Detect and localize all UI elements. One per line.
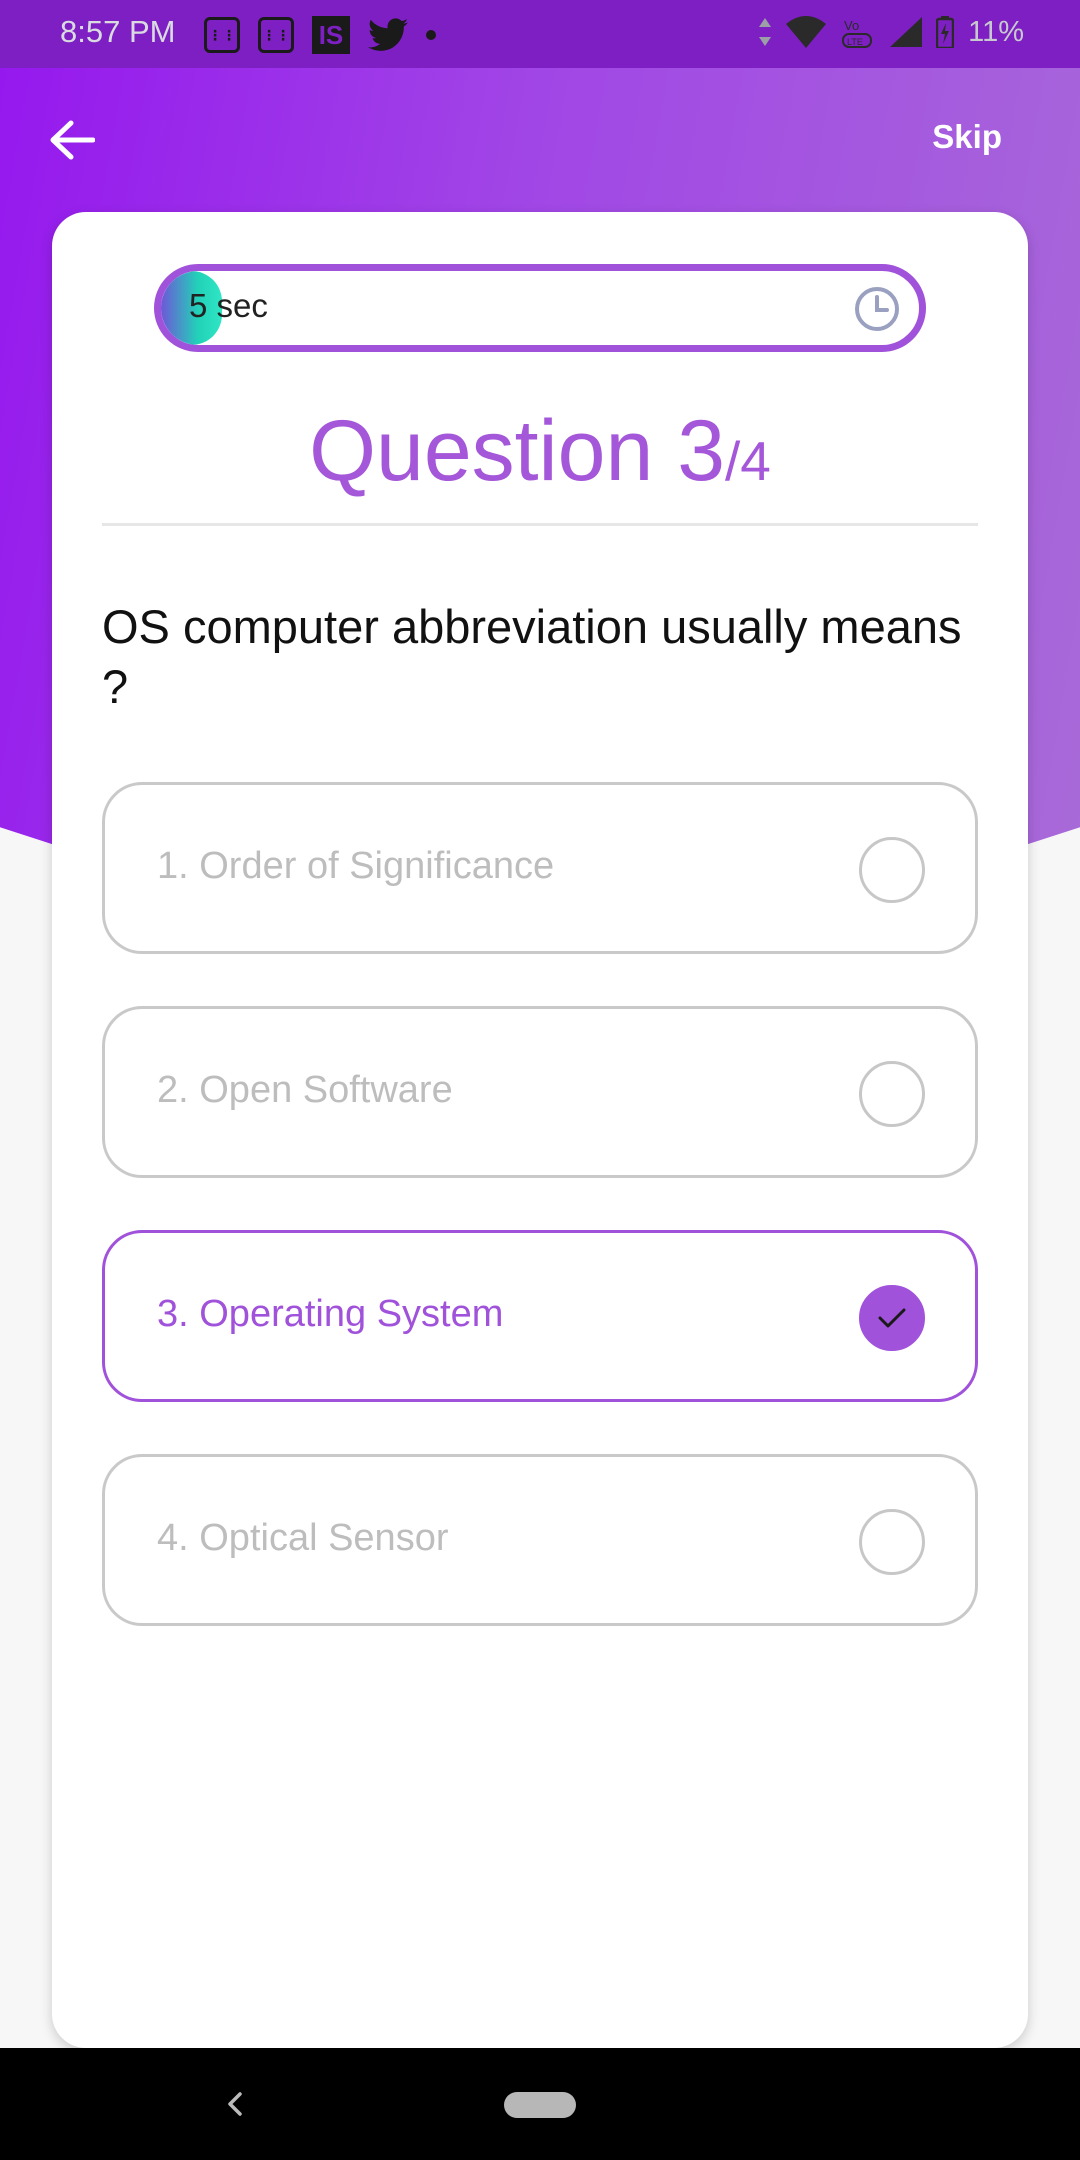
divider (102, 523, 978, 526)
arrow-left-icon (50, 120, 95, 160)
question-number: Question 3 (309, 403, 726, 499)
countdown-timer: 5 sec (154, 264, 926, 352)
volte-icon: Vo LTE (842, 18, 873, 48)
twitter-icon (368, 18, 408, 51)
is-app-icon: IS (312, 16, 350, 54)
answer-option-label: 4. Optical Sensor (157, 1517, 449, 1559)
check-icon (878, 1308, 906, 1328)
answer-option-label: 2. Open Software (157, 1069, 453, 1111)
question-counter: Question 3/4 (52, 402, 1028, 501)
signal-icon (890, 17, 923, 47)
back-button[interactable] (46, 114, 98, 166)
question-text: OS computer abbreviation usually means ? (102, 600, 962, 713)
answer-option-1[interactable]: 1. Order of Significance (102, 782, 978, 954)
app-grid-icon: ⋮⋮ (204, 17, 240, 53)
answer-option-label: 1. Order of Significance (157, 845, 555, 887)
svg-text:LTE: LTE (847, 37, 863, 47)
skip-button[interactable]: Skip (932, 118, 1002, 156)
wifi-icon (786, 16, 827, 48)
nav-home-pill[interactable] (504, 2092, 576, 2118)
clock-icon (855, 287, 899, 331)
question-total: /4 (725, 430, 771, 492)
nav-back-icon[interactable] (220, 2088, 252, 2120)
app-grid-icon: ⋮⋮ (258, 17, 294, 53)
answer-option-label: 3. Operating System (157, 1293, 504, 1335)
data-arrows-icon (759, 18, 772, 46)
svg-text:Vo: Vo (844, 18, 859, 33)
question-card: 5 sec Question 3/4 OS computer abbreviat… (52, 212, 1028, 2048)
answer-option-2[interactable]: 2. Open Software (102, 1006, 978, 1178)
status-time: 8:57 PM (60, 14, 176, 49)
more-dot-icon (426, 30, 436, 40)
radio-unchecked[interactable] (859, 1509, 925, 1575)
battery-icon (936, 16, 955, 48)
timer-label: 5 sec (189, 287, 268, 324)
radio-checked[interactable] (859, 1285, 925, 1351)
answer-option-4[interactable]: 4. Optical Sensor (102, 1454, 978, 1626)
system-status-icons: Vo LTE 11% (758, 14, 1024, 50)
battery-percent: 11% (968, 15, 1024, 48)
notification-icons: ⋮⋮ ⋮⋮ IS (204, 16, 436, 54)
radio-unchecked[interactable] (859, 837, 925, 903)
radio-unchecked[interactable] (859, 1061, 925, 1127)
system-nav-bar (0, 2048, 1080, 2160)
status-bar: 8:57 PM ⋮⋮ ⋮⋮ IS Vo LTE 11% (0, 0, 1080, 68)
answer-option-3[interactable]: 3. Operating System (102, 1230, 978, 1402)
